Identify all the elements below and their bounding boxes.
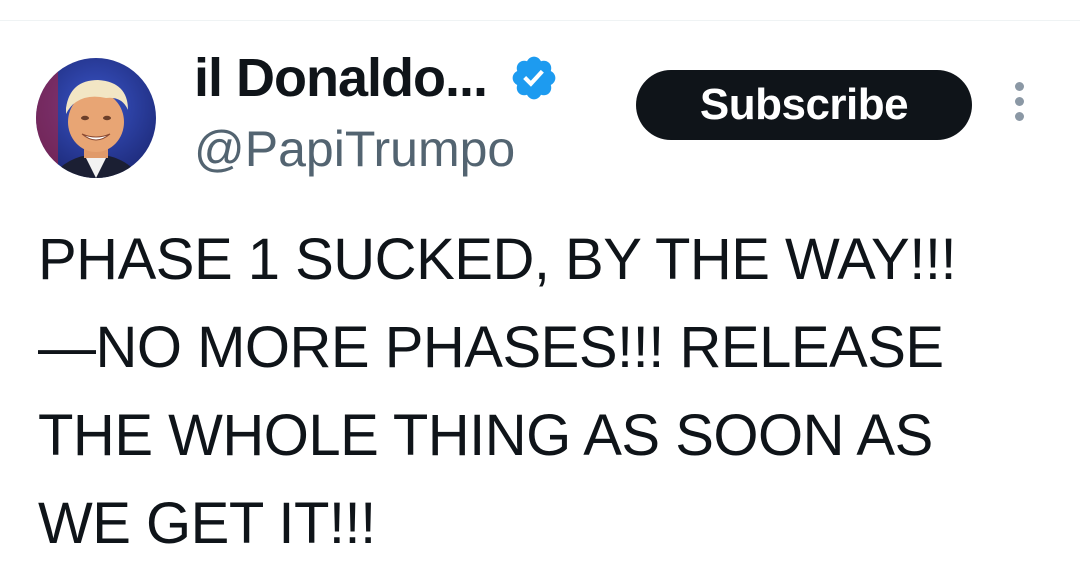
- tweet-text: PHASE 1 SUCKED, BY THE WAY!!! —NO MORE P…: [38, 216, 1068, 562]
- avatar[interactable]: [36, 58, 156, 178]
- tweet-text-line: —NO MORE PHASES!!! RELEASE: [38, 315, 944, 380]
- more-dot: [1014, 112, 1024, 121]
- more-dot: [1014, 97, 1024, 106]
- author-display-name[interactable]: il Donaldo...: [194, 47, 488, 109]
- verified-badge-icon: [509, 53, 559, 103]
- author-name-row[interactable]: il Donaldo...: [194, 46, 559, 110]
- tweet-text-line: WE GET IT!!!: [38, 491, 376, 556]
- subscribe-button[interactable]: Subscribe: [636, 70, 972, 140]
- more-vertical-icon[interactable]: [1008, 82, 1030, 128]
- avatar-image: [36, 58, 156, 178]
- author-handle[interactable]: @PapiTrumpo: [194, 120, 515, 178]
- more-dot: [1014, 82, 1024, 91]
- tweet-text-line: PHASE 1 SUCKED, BY THE WAY!!!: [38, 227, 957, 292]
- top-divider: [0, 20, 1080, 21]
- tweet-text-line: THE WHOLE THING AS SOON AS: [38, 403, 933, 468]
